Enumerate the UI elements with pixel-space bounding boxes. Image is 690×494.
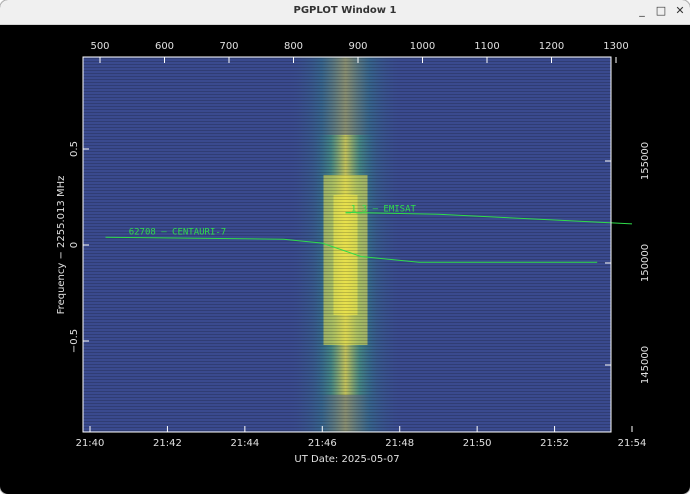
top-tick-label: 700 — [219, 41, 238, 52]
x-axis-label: UT Date: 2025-05-07 — [294, 454, 399, 465]
pgplot-window: PGPLOT Window 1 _ □ ✕ 62708 – CENTAURI-7… — [0, 0, 690, 494]
x-tick-label: 21:40 — [76, 438, 105, 449]
top-tick-label: 500 — [90, 41, 109, 52]
track-label: _1_3 – EMISAT — [346, 204, 417, 214]
y-tick-label: −0.5 — [69, 329, 80, 353]
noise-texture — [83, 57, 611, 432]
x-tick-label: 21:50 — [463, 438, 492, 449]
top-tick-label: 1200 — [539, 41, 564, 52]
title-bar[interactable]: PGPLOT Window 1 _ □ ✕ — [0, 0, 690, 25]
close-button[interactable]: ✕ — [672, 3, 688, 19]
right-tick-label: 150000 — [640, 244, 651, 282]
top-tick-label: 1100 — [474, 41, 499, 52]
maximize-button[interactable]: □ — [653, 3, 669, 19]
y-tick-label: 0 — [69, 242, 80, 248]
x-tick-label: 21:52 — [540, 438, 569, 449]
x-tick-label: 21:46 — [308, 438, 337, 449]
minimize-button[interactable]: _ — [634, 3, 650, 19]
x-tick-label: 21:48 — [385, 438, 414, 449]
x-tick-label: 21:44 — [230, 438, 259, 449]
window-title: PGPLOT Window 1 — [293, 5, 397, 16]
top-tick-label: 800 — [284, 41, 303, 52]
x-tick-label: 21:42 — [153, 438, 182, 449]
y-tick-label: 0.5 — [69, 141, 80, 157]
right-tick-label: 155000 — [640, 142, 651, 180]
track-label: 62708 – CENTAURI-7 — [129, 227, 227, 237]
top-tick-label: 1000 — [410, 41, 435, 52]
x-tick-label: 21:54 — [618, 438, 647, 449]
top-tick-label: 600 — [155, 41, 174, 52]
spectrogram-plot: 62708 – CENTAURI-7 _1_3 – EMISAT 21:40 21:… — [56, 41, 651, 465]
top-tick-label: 1300 — [603, 41, 628, 52]
y-axis-label: Frequency − 2255.013 MHz — [56, 176, 67, 315]
right-tick-label: 145000 — [640, 346, 651, 384]
top-tick-label: 900 — [348, 41, 367, 52]
